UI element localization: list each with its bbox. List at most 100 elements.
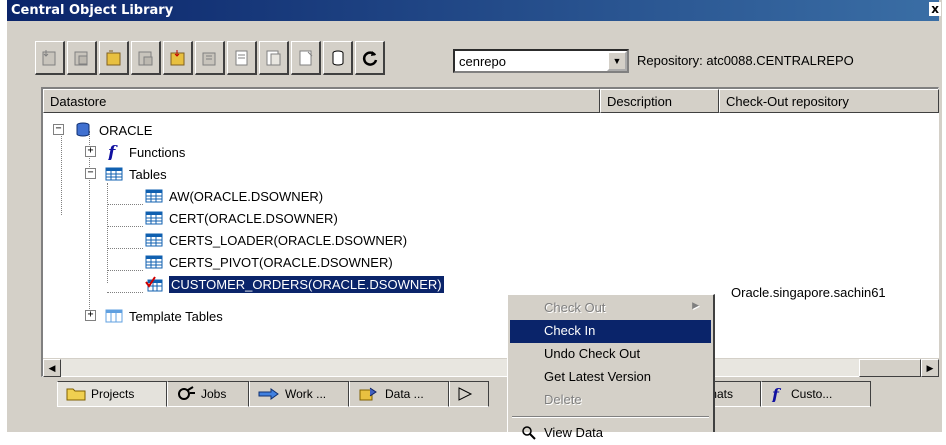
table-row[interactable]: AW(ORACLE.DSOWNER): [145, 185, 323, 207]
refresh-icon: [362, 50, 377, 66]
tree-node-functions[interactable]: + f Functions: [85, 141, 185, 163]
expand-icon[interactable]: +: [85, 146, 96, 157]
column-header-description[interactable]: Description: [600, 89, 719, 113]
table-name: CUSTOMER_ORDERS(ORACLE.DSOWNER): [168, 274, 445, 294]
table-row-selected[interactable]: CUSTOMER_ORDERS(ORACLE.DSOWNER): [145, 273, 445, 295]
scroll-left-icon[interactable]: ◀: [43, 359, 61, 377]
table-icon: [145, 189, 163, 203]
tree-connector: [107, 183, 108, 283]
table-icon: [105, 167, 123, 181]
refresh-button[interactable]: [355, 41, 385, 75]
tree-node-label: ORACLE: [99, 122, 153, 138]
repository-label: Repository: atc0088.CENTRALREPO: [637, 53, 854, 68]
scroll-thumb[interactable]: [859, 359, 921, 377]
tab-work-flows[interactable]: Work ...: [249, 381, 349, 407]
folder-icon: [66, 388, 86, 401]
tree-connector: [107, 270, 143, 271]
tab-jobs[interactable]: Jobs: [167, 381, 249, 407]
transforms-icon: [458, 387, 473, 401]
table-row[interactable]: CERTS_LOADER(ORACLE.DSOWNER): [145, 229, 407, 251]
tree-node-tables[interactable]: − Tables: [85, 163, 167, 185]
tab-label: Data ...: [385, 387, 424, 401]
svg-text:f: f: [107, 144, 118, 160]
table-icon: [145, 255, 163, 269]
tab-label: Projects: [91, 387, 135, 401]
tree-node-template-tables[interactable]: + Template Tables: [85, 305, 223, 327]
table-name: CERTS_LOADER(ORACLE.DSOWNER): [169, 232, 408, 248]
menu-item-label: Check In: [544, 323, 596, 338]
repository-select-value: cenrepo: [459, 53, 506, 69]
column-header-datastore[interactable]: Datastore: [43, 89, 600, 113]
tab-data-flows[interactable]: Data ...: [349, 381, 449, 407]
menu-item-label: Undo Check Out: [544, 346, 641, 361]
repository-select[interactable]: cenrepo ▼: [453, 49, 629, 73]
menu-item-check-in[interactable]: Check In: [510, 320, 711, 343]
menu-item-delete[interactable]: Delete: [510, 389, 711, 412]
menu-item-label: Delete: [544, 392, 582, 407]
check-out-no-replace-deps-icon: [202, 52, 215, 65]
submenu-arrow-icon: ▶: [692, 300, 699, 310]
database-icon: [76, 122, 90, 137]
check-out-deps-button[interactable]: [131, 41, 161, 75]
tab-transforms[interactable]: [449, 381, 489, 407]
check-out-no-replace-button[interactable]: [163, 41, 193, 75]
check-in-icon: [235, 50, 247, 65]
central-object-library-window: Central Object Library x cenrepo ▼ Repos…: [6, 0, 942, 440]
check-out-with-deps-icon: [138, 51, 152, 65]
table-name: CERTS_PIVOT(ORACLE.DSOWNER): [169, 254, 393, 270]
check-in-deps-icon: [266, 50, 280, 65]
object-tree-panel: Datastore Description Check-Out reposito…: [41, 87, 939, 377]
menu-item-label: Get Latest Version: [544, 369, 651, 384]
check-in-button[interactable]: [227, 41, 257, 75]
tree-connector: [107, 292, 143, 293]
table-icon: [145, 211, 163, 225]
tree-node-label: Functions: [129, 144, 186, 160]
tab-projects[interactable]: Projects: [57, 381, 167, 407]
tree-connector: [107, 226, 143, 227]
tree-node-label: Tables: [129, 166, 167, 182]
undo-check-out-icon: [299, 50, 312, 65]
tab-label: Work ...: [285, 387, 327, 401]
menu-item-view-data[interactable]: View Data: [510, 422, 711, 445]
horizontal-scrollbar[interactable]: ◀ ▶: [43, 358, 939, 377]
table-icon: [145, 233, 163, 247]
tree-node-label: Template Tables: [129, 308, 223, 324]
close-icon[interactable]: x: [929, 2, 941, 16]
repository-button[interactable]: [323, 41, 353, 75]
collapse-icon[interactable]: −: [85, 168, 96, 179]
get-latest-with-deps-icon: [74, 51, 87, 65]
menu-item-label: View Data: [544, 425, 604, 440]
template-table-icon: [105, 309, 123, 323]
table-row[interactable]: CERT(ORACLE.DSOWNER): [145, 207, 338, 229]
get-latest-icon: [42, 49, 55, 65]
checked-out-table-icon: [145, 276, 163, 292]
menu-item-undo-check-out[interactable]: Undo Check Out: [510, 343, 711, 366]
get-latest-deps-button[interactable]: [67, 41, 97, 75]
check-out-button[interactable]: [99, 41, 129, 75]
column-headers: Datastore Description Check-Out reposito…: [43, 89, 939, 113]
table-name: AW(ORACLE.DSOWNER): [169, 188, 324, 204]
tree-connector: [107, 204, 143, 205]
window-title: Central Object Library: [11, 3, 174, 18]
check-out-icon: [106, 50, 120, 65]
menu-item-check-out[interactable]: Check Out ▶: [510, 297, 711, 320]
collapse-icon[interactable]: −: [53, 124, 64, 135]
jobs-icon: [178, 386, 195, 400]
title-bar[interactable]: Central Object Library x: [7, 0, 941, 21]
tree-node-oracle[interactable]: − ORACLE: [53, 119, 152, 141]
undo-check-out-button[interactable]: [291, 41, 321, 75]
check-out-no-replace-deps-button[interactable]: [195, 41, 225, 75]
expand-icon[interactable]: +: [85, 310, 96, 321]
checkout-repository-value: Oracle.singapore.sachin61: [731, 285, 886, 300]
menu-item-get-latest-version[interactable]: Get Latest Version: [510, 366, 711, 389]
get-latest-button[interactable]: [35, 41, 65, 75]
chevron-down-icon[interactable]: ▼: [607, 51, 627, 71]
column-header-checkout-repository[interactable]: Check-Out repository: [719, 89, 939, 113]
table-name: CERT(ORACLE.DSOWNER): [169, 210, 338, 226]
tab-custom-functions[interactable]: f Custo...: [761, 381, 871, 407]
function-icon: f: [107, 144, 118, 160]
table-row[interactable]: CERTS_PIVOT(ORACLE.DSOWNER): [145, 251, 393, 273]
scroll-right-icon[interactable]: ▶: [921, 359, 939, 377]
check-in-deps-button[interactable]: [259, 41, 289, 75]
menu-item-label: Check Out: [544, 300, 606, 315]
